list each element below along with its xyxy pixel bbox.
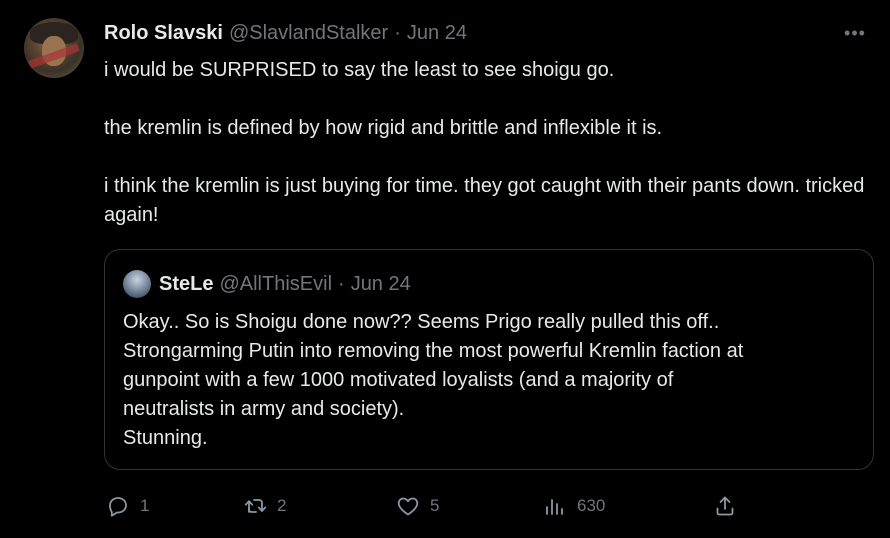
share-icon (716, 496, 734, 516)
quoted-tweet[interactable]: SteLe @AllThisEvil · Jun 24 Okay.. So is… (104, 249, 874, 470)
author-handle[interactable]: @SlavlandStalker (229, 22, 388, 45)
reply-button[interactable]: 1 (106, 494, 149, 518)
share-button[interactable] (713, 494, 737, 518)
heart-icon (397, 497, 419, 516)
more-options-icon[interactable]: ••• (840, 20, 870, 46)
views-chart-icon (546, 499, 563, 515)
retweet-button[interactable]: 2 (243, 494, 286, 518)
quoted-tweet-text: Okay.. So is Shoigu done now?? Seems Pri… (123, 308, 863, 453)
quoted-author-name[interactable]: SteLe (159, 273, 213, 296)
tweet-date[interactable]: Jun 24 (407, 22, 467, 45)
tweet-paragraph: i think the kremlin is just buying for t… (104, 175, 865, 226)
tweet-paragraph: the kremlin is defined by how rigid and … (104, 117, 663, 139)
like-count: 5 (430, 496, 440, 515)
quoted-tweet-header: SteLe @AllThisEvil · Jun 24 (159, 270, 411, 298)
quoted-tweet-date[interactable]: Jun 24 (351, 273, 411, 296)
quoted-line: neutralists in army and society). (123, 398, 405, 420)
author-name[interactable]: Rolo Slavski (104, 22, 223, 45)
tweet-text: i would be SURPRISED to say the least to… (104, 56, 874, 230)
retweet-icon (244, 499, 267, 513)
tweet-paragraph: i would be SURPRISED to say the least to… (104, 59, 615, 81)
author-avatar[interactable] (24, 18, 84, 78)
quoted-author-avatar[interactable] (123, 270, 151, 298)
quoted-header-separator: · (338, 272, 345, 295)
quoted-author-handle[interactable]: @AllThisEvil (219, 273, 332, 296)
tweet-header: Rolo Slavski @SlavlandStalker · Jun 24 (104, 20, 467, 46)
quoted-line: Stunning. (123, 427, 208, 449)
header-separator: · (394, 21, 401, 44)
reply-count: 1 (140, 496, 150, 515)
reply-icon (109, 497, 127, 517)
views-button[interactable]: 630 (543, 494, 605, 518)
quoted-line: Okay.. So is Shoigu done now?? Seems Pri… (123, 311, 720, 333)
quoted-line: gunpoint with a few 1000 motivated loyal… (123, 369, 674, 391)
quoted-line: Strongarming Putin into removing the mos… (123, 340, 744, 362)
views-count: 630 (577, 496, 606, 515)
action-bar: 1 2 5 630 (0, 488, 890, 524)
retweet-count: 2 (277, 496, 287, 515)
like-button[interactable]: 5 (396, 494, 439, 518)
